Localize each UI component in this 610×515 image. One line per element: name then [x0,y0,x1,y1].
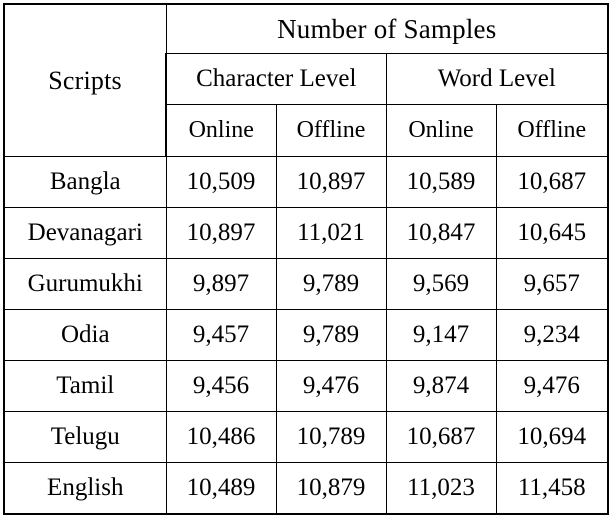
table-row: Gurumukhi 9,897 9,789 9,569 9,657 [3,258,609,310]
table-row: Devanagari 10,897 11,021 10,847 10,645 [3,207,609,259]
header-row-group: Scripts Number of Samples [3,3,609,157]
header-character-online: Online [165,104,277,157]
cell-word-online: 9,569 [385,258,497,310]
cell-word-offline: 10,645 [495,207,609,259]
cell-word-online: 11,023 [385,462,497,515]
cell-char-offline: 9,476 [275,360,387,412]
cell-char-offline: 10,879 [275,462,387,515]
cell-script: Gurumukhi [3,258,167,310]
cell-word-offline: 9,476 [495,360,609,412]
header-word-online: Online [385,104,497,157]
table-row: Tamil 9,456 9,476 9,874 9,476 [3,360,609,412]
table-row: Odia 9,457 9,789 9,147 9,234 [3,309,609,361]
cell-char-offline: 9,789 [275,309,387,361]
header-word-offline: Offline [495,104,609,157]
cell-script: English [3,462,167,515]
samples-table-container: Scripts Number of Samples Character Leve… [3,3,609,515]
cell-script: Telugu [3,411,167,463]
cell-char-online: 10,486 [165,411,277,463]
cell-char-offline: 11,021 [275,207,387,259]
cell-char-online: 9,456 [165,360,277,412]
table-row: Bangla 10,509 10,897 10,589 10,687 [3,156,609,208]
cell-word-offline: 9,234 [495,309,609,361]
cell-word-online: 10,847 [385,207,497,259]
cell-char-online: 9,897 [165,258,277,310]
cell-word-online: 9,147 [385,309,497,361]
cell-word-online: 10,687 [385,411,497,463]
cell-script: Bangla [3,156,167,208]
cell-word-offline: 10,694 [495,411,609,463]
cell-char-online: 10,897 [165,207,277,259]
header-character-offline: Offline [275,104,387,157]
header-scripts: Scripts [3,3,167,157]
table-row: English 10,489 10,879 11,023 11,458 [3,462,609,515]
table-row: Telugu 10,486 10,789 10,687 10,694 [3,411,609,463]
cell-word-offline: 10,687 [495,156,609,208]
cell-char-online: 10,509 [165,156,277,208]
cell-char-offline: 9,789 [275,258,387,310]
cell-script: Devanagari [3,207,167,259]
cell-word-online: 10,589 [385,156,497,208]
header-character-level: Character Level [165,53,387,105]
cell-char-online: 10,489 [165,462,277,515]
cell-script: Odia [3,309,167,361]
header-number-of-samples: Number of Samples [165,3,609,54]
cell-script: Tamil [3,360,167,412]
cell-word-offline: 11,458 [495,462,609,515]
cell-char-offline: 10,897 [275,156,387,208]
cell-word-online: 9,874 [385,360,497,412]
cell-char-online: 9,457 [165,309,277,361]
number-of-samples-table: Scripts Number of Samples Character Leve… [3,3,609,515]
cell-word-offline: 9,657 [495,258,609,310]
cell-char-offline: 10,789 [275,411,387,463]
header-word-level: Word Level [385,53,609,105]
